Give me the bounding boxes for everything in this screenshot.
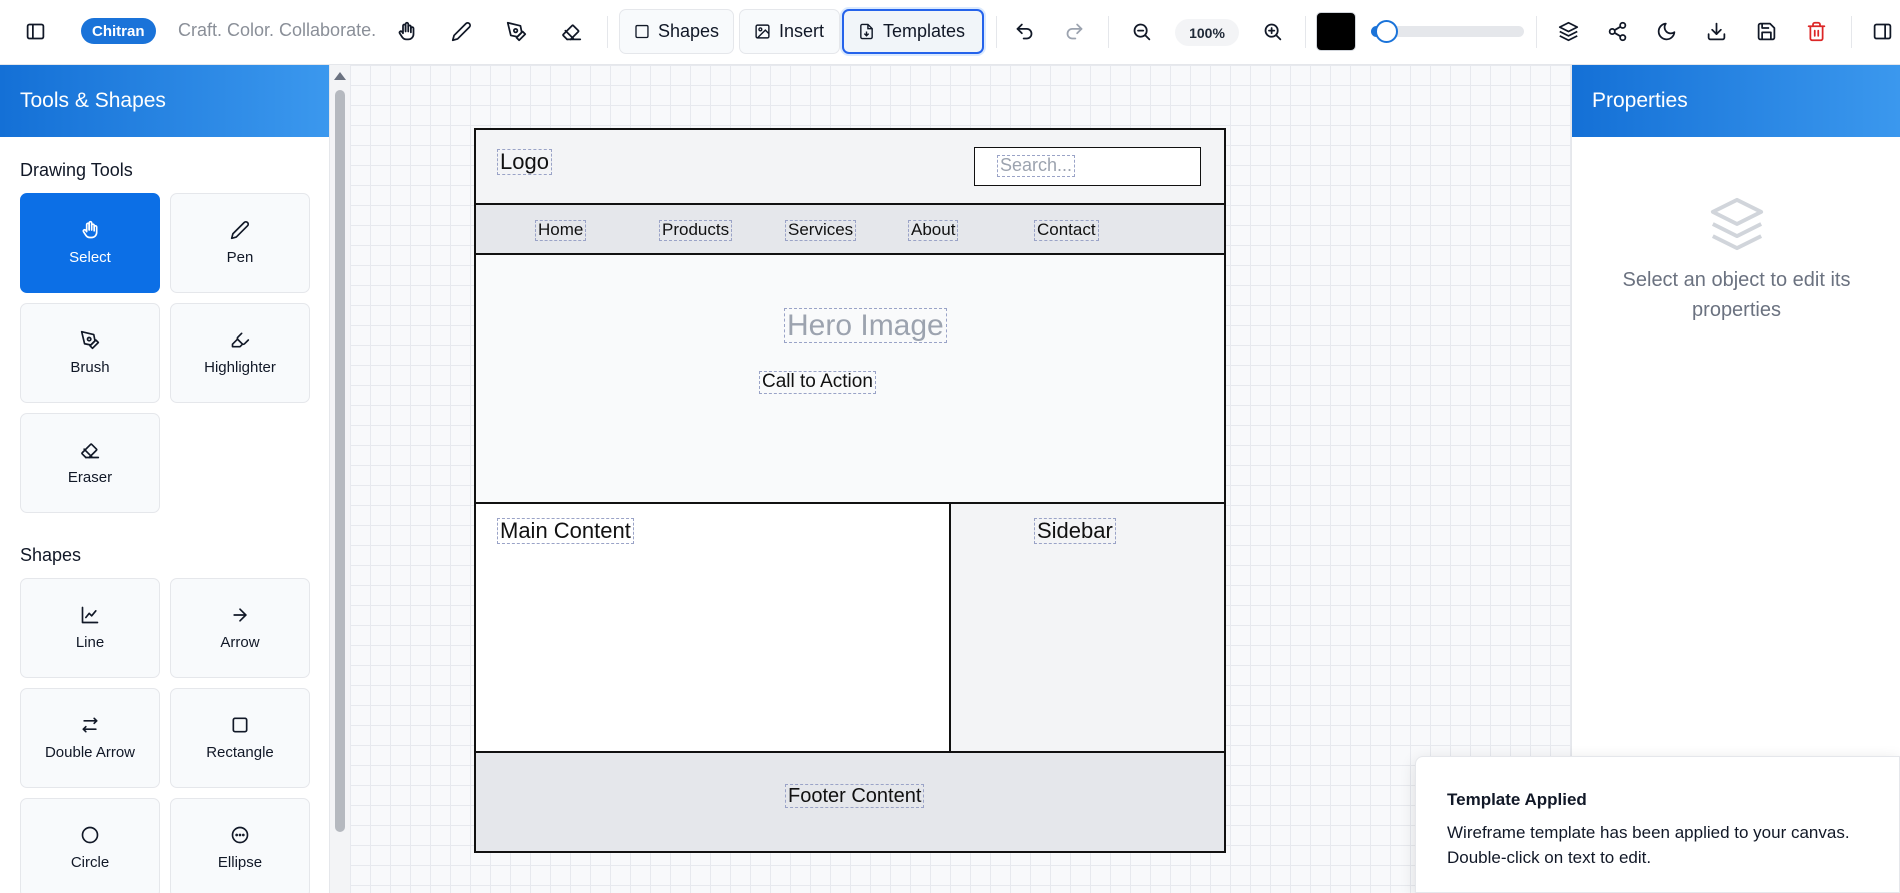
stroke-width-slider[interactable]	[1371, 20, 1524, 43]
image-icon	[755, 24, 770, 39]
wf-nav-item[interactable]: Products	[659, 220, 733, 241]
wf-hero-text[interactable]: Hero Image	[784, 308, 947, 343]
wf-cta-text[interactable]: Call to Action	[759, 371, 876, 394]
square-icon	[635, 24, 649, 39]
brush-icon	[80, 330, 100, 350]
wf-nav-item[interactable]: About	[908, 220, 959, 241]
tool-eraser[interactable]: Eraser	[20, 413, 160, 513]
stroke-color-swatch[interactable]	[1316, 12, 1356, 51]
properties-empty-state: Select an object to edit its properties	[1572, 195, 1900, 325]
insert-button[interactable]: Insert	[739, 9, 840, 54]
double-arrow-icon	[82, 717, 98, 733]
pen-icon[interactable]	[441, 12, 481, 50]
shape-rectangle[interactable]: Rectangle	[170, 688, 310, 788]
shape-line[interactable]: Line	[20, 578, 160, 678]
line-chart-icon	[81, 606, 99, 624]
undo-icon[interactable]	[1004, 12, 1044, 50]
panel-right-icon[interactable]	[1864, 12, 1900, 50]
wf-footer-text[interactable]: Footer Content	[785, 784, 925, 808]
shape-circle[interactable]: Circle	[20, 798, 160, 893]
divider	[607, 16, 608, 48]
tool-select[interactable]: Select	[20, 193, 160, 293]
tool-highlighter[interactable]: Highlighter	[170, 303, 310, 403]
save-icon[interactable]	[1746, 12, 1786, 50]
shape-arrow[interactable]: Arrow	[170, 578, 310, 678]
shape-ellipse[interactable]: Ellipse	[170, 798, 310, 893]
download-icon[interactable]	[1696, 12, 1736, 50]
tagline: Craft. Color. Collaborate.	[178, 20, 377, 40]
tools-scrollbar[interactable]	[330, 65, 350, 893]
divider	[1305, 16, 1306, 48]
wf-nav-item[interactable]: Services	[785, 220, 857, 241]
wf-main-text[interactable]: Main Content	[497, 518, 634, 545]
wf-sidebar-text[interactable]: Sidebar	[1034, 518, 1116, 545]
file-download-icon	[860, 23, 873, 40]
zoom-in-icon[interactable]	[1252, 12, 1292, 50]
layers-icon	[1710, 197, 1763, 251]
wf-logo-text[interactable]: Logo	[497, 149, 552, 176]
trash-icon[interactable]	[1796, 12, 1836, 50]
drawing-canvas[interactable]: Logo Search... Home Products Services Ab…	[350, 65, 1571, 893]
tool-pen[interactable]: Pen	[170, 193, 310, 293]
shape-double-arrow[interactable]: Double Arrow	[20, 688, 160, 788]
wf-search-placeholder[interactable]: Search...	[997, 155, 1076, 177]
scrollbar-thumb[interactable]	[335, 90, 345, 832]
divider	[1851, 16, 1852, 48]
divider	[1108, 16, 1109, 48]
ellipse-icon	[231, 826, 249, 844]
toast-title: Template Applied	[1447, 790, 1587, 809]
square-icon	[232, 717, 248, 733]
zoom-out-icon[interactable]	[1121, 12, 1161, 50]
arrow-right-icon	[233, 608, 247, 622]
highlighter-icon	[231, 332, 250, 348]
moon-icon[interactable]	[1646, 12, 1686, 50]
layers-icon[interactable]	[1548, 12, 1588, 50]
circle-icon	[81, 826, 99, 844]
wf-nav-item[interactable]: Contact	[1034, 220, 1099, 241]
toast-message: Wireframe template has been applied to y…	[1447, 823, 1850, 867]
tool-brush[interactable]: Brush	[20, 303, 160, 403]
tools-panel-title: Tools & Shapes	[0, 65, 329, 137]
brand-logo: Chitran	[81, 18, 156, 44]
toast-notification[interactable]: Template Applied Wireframe template has …	[1415, 756, 1900, 893]
brush-icon[interactable]	[496, 12, 536, 50]
divider	[1536, 16, 1537, 48]
tools-panel: Tools & Shapes Drawing Tools Select Pen …	[0, 65, 330, 893]
properties-empty-text: Select an object to edit its properties	[1622, 269, 1851, 321]
share-icon[interactable]	[1597, 12, 1637, 50]
top-toolbar: Chitran Craft. Color. Collaborate. Shape…	[0, 0, 1900, 65]
hand-icon	[82, 220, 98, 239]
divider	[996, 16, 997, 48]
eraser-icon[interactable]	[551, 12, 591, 50]
shapes-button[interactable]: Shapes	[619, 9, 734, 54]
hand-icon[interactable]	[386, 12, 426, 50]
zoom-level[interactable]: 100%	[1175, 19, 1239, 46]
slider-handle[interactable]	[1375, 20, 1398, 43]
redo-icon[interactable]	[1054, 12, 1094, 50]
wf-nav-item[interactable]: Home	[535, 220, 587, 241]
shapes-heading: Shapes	[20, 545, 82, 565]
properties-panel-title: Properties	[1572, 65, 1900, 137]
pen-icon	[230, 221, 249, 240]
sidebar-toggle-icon[interactable]	[15, 12, 55, 50]
templates-button[interactable]: Templates	[842, 9, 984, 54]
drawing-tools-heading: Drawing Tools	[20, 160, 133, 180]
scroll-up-arrow[interactable]	[334, 72, 346, 80]
eraser-icon	[81, 443, 100, 459]
